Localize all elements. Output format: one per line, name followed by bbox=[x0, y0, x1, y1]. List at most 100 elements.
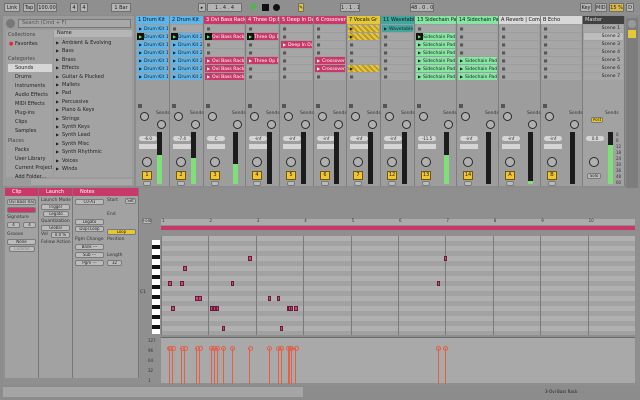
clip[interactable]: ▶ bbox=[348, 65, 379, 72]
clip-slot-empty[interactable]: ■ bbox=[458, 33, 497, 40]
clip-launch-icon[interactable]: ▶ bbox=[137, 33, 144, 40]
volume-readout[interactable]: -inf bbox=[460, 136, 478, 141]
pan-knob[interactable] bbox=[142, 157, 152, 167]
volume-readout[interactable]: -7.4 bbox=[173, 136, 191, 141]
pan-readout[interactable] bbox=[173, 144, 191, 149]
browser-item[interactable]: Brass bbox=[56, 56, 76, 64]
track-header[interactable]: 11 Wavetable bbox=[381, 16, 414, 24]
sidebar-item-samples[interactable]: Samples bbox=[8, 127, 52, 135]
clip[interactable]: ▶ Sidechain Pad bbox=[416, 41, 455, 48]
pan-readout[interactable] bbox=[418, 144, 436, 149]
send-a-knob[interactable] bbox=[461, 112, 470, 121]
clip-launch-icon[interactable]: ▶ bbox=[315, 65, 322, 72]
clip-launch-icon[interactable]: ▶ bbox=[382, 25, 389, 32]
browser-item[interactable]: Voices bbox=[56, 157, 78, 165]
midi-map-button[interactable]: MIDI bbox=[595, 3, 607, 12]
velocity-marker[interactable] bbox=[212, 346, 218, 384]
clip[interactable]: ▶ Drum Kit 1 bbox=[137, 73, 168, 80]
name-column-header[interactable]: Name bbox=[54, 30, 132, 37]
send-a-knob[interactable] bbox=[284, 112, 293, 121]
pan-readout[interactable] bbox=[283, 144, 301, 149]
clip-slot-empty[interactable]: ■ bbox=[247, 65, 278, 72]
volume-readout[interactable]: -inf bbox=[502, 136, 520, 141]
velocity-marker[interactable] bbox=[167, 346, 173, 384]
tempo-field[interactable]: 100.00 bbox=[37, 3, 57, 12]
stop-clips-icon[interactable] bbox=[459, 104, 463, 108]
clip-slot-empty[interactable]: ■ bbox=[247, 41, 278, 48]
track-header[interactable]: 4 Three Op Ba bbox=[246, 16, 279, 24]
velocity-marker[interactable] bbox=[215, 346, 221, 384]
clip-slot-empty[interactable]: ■ bbox=[247, 73, 278, 80]
clip-launch-icon[interactable]: ▶ bbox=[247, 33, 254, 40]
loop-toggle[interactable]: Loop bbox=[107, 229, 136, 235]
clip-launch-icon[interactable]: ▶ bbox=[348, 33, 355, 40]
master-volume[interactable]: 0.0 bbox=[586, 136, 604, 141]
browser-item[interactable]: Mallets bbox=[56, 81, 80, 89]
clip-slot-empty[interactable]: ■ bbox=[348, 49, 379, 56]
stop-icon[interactable] bbox=[262, 4, 269, 11]
midi-note[interactable] bbox=[230, 281, 235, 286]
velocity-lane[interactable] bbox=[161, 337, 635, 384]
sig-numerator[interactable]: 4 bbox=[70, 3, 78, 12]
send-a-knob[interactable] bbox=[503, 112, 512, 121]
solo-cue-button[interactable]: Solo bbox=[587, 173, 601, 179]
clip-slot-empty[interactable]: ■ bbox=[281, 49, 312, 56]
clip-slot-empty[interactable]: ■ bbox=[315, 49, 345, 56]
volume-readout[interactable]: -inf bbox=[249, 136, 267, 141]
send-b-knob[interactable] bbox=[402, 120, 411, 129]
clip[interactable]: ▶Three Op Ba bbox=[247, 33, 278, 40]
clip-launch-icon[interactable]: ▶ bbox=[416, 65, 423, 72]
browser-item[interactable]: Synth Keys bbox=[56, 123, 90, 131]
browser-item[interactable]: Piano & Keys bbox=[56, 106, 94, 114]
pan-readout[interactable] bbox=[460, 144, 478, 149]
clip-slot-empty[interactable]: ■ bbox=[348, 73, 379, 80]
send-b-knob[interactable] bbox=[368, 120, 377, 129]
solo-button[interactable] bbox=[388, 181, 396, 186]
sidebar-item-sounds[interactable]: Sounds bbox=[8, 64, 52, 72]
track-header[interactable]: 5 Deep In Dark bbox=[280, 16, 313, 24]
clip-slot-empty[interactable]: ■ bbox=[500, 73, 539, 80]
track-header[interactable]: B Echo bbox=[541, 16, 582, 24]
pan-knob[interactable] bbox=[252, 157, 262, 167]
send-b-knob[interactable] bbox=[570, 120, 579, 129]
track-header[interactable]: 1 Drum Kit bbox=[136, 16, 169, 24]
stop-clips-icon[interactable] bbox=[501, 104, 505, 108]
clip-slot-empty[interactable]: ■ bbox=[315, 73, 345, 80]
clip-launch-icon[interactable]: ▶ bbox=[458, 57, 465, 64]
clip-launch-icon[interactable]: ▶ bbox=[205, 57, 212, 64]
beat-ruler[interactable]: 1 2 3 4 5 6 7 8 9 10 bbox=[161, 218, 635, 225]
browser-item[interactable]: Strings bbox=[56, 115, 80, 123]
clip-slot-empty[interactable]: ■ bbox=[458, 25, 497, 32]
stop-clips-icon[interactable] bbox=[543, 104, 547, 108]
cue-knob[interactable] bbox=[589, 157, 599, 167]
track-activator-7[interactable]: 7 bbox=[353, 171, 363, 180]
launch-mode-select[interactable]: Trigger bbox=[41, 204, 70, 210]
clip[interactable]: ▶ Wavetable bbox=[382, 25, 413, 32]
scene-launch-7[interactable]: Scene 7 bbox=[584, 73, 623, 80]
clip-slot-empty[interactable]: ■ bbox=[281, 65, 312, 72]
browser-item[interactable]: Synth Misc bbox=[56, 140, 89, 148]
stop-clips-icon[interactable] bbox=[138, 104, 142, 108]
clip[interactable]: ▶Three Op Ba bbox=[247, 57, 278, 64]
clip-launch-icon[interactable]: ▶ bbox=[247, 57, 254, 64]
clip-slot-empty[interactable]: ■ bbox=[542, 25, 581, 32]
midi-note[interactable] bbox=[183, 266, 187, 271]
track-activator-3[interactable]: 3 bbox=[210, 171, 220, 180]
clip[interactable]: ▶Crossover S bbox=[315, 57, 345, 64]
clip-slot-empty[interactable]: ■ bbox=[315, 41, 345, 48]
volume-readout[interactable]: -inf bbox=[544, 136, 562, 141]
clip[interactable]: ▶ Drum Kit 1 bbox=[137, 25, 168, 32]
clip-slot-empty[interactable]: ■ bbox=[382, 49, 413, 56]
pan-knob[interactable] bbox=[353, 157, 363, 167]
piano-keys[interactable] bbox=[152, 240, 160, 334]
clip-slot-empty[interactable]: ■ bbox=[382, 57, 413, 64]
clip-launch-icon[interactable]: ▶ bbox=[205, 65, 212, 72]
clip[interactable]: ▶ Drum Kit 1 bbox=[137, 57, 168, 64]
stop-clips-icon[interactable] bbox=[417, 104, 421, 108]
clip-slot-empty[interactable]: ■ bbox=[542, 73, 581, 80]
send-b-knob[interactable] bbox=[267, 120, 276, 129]
pan-knob[interactable] bbox=[421, 157, 431, 167]
track-header[interactable]: 6 Crossover Sy bbox=[314, 16, 346, 24]
track-activator-12[interactable]: 12 bbox=[387, 171, 397, 180]
clip[interactable]: ▶ Sidechain Pad bbox=[458, 73, 497, 80]
